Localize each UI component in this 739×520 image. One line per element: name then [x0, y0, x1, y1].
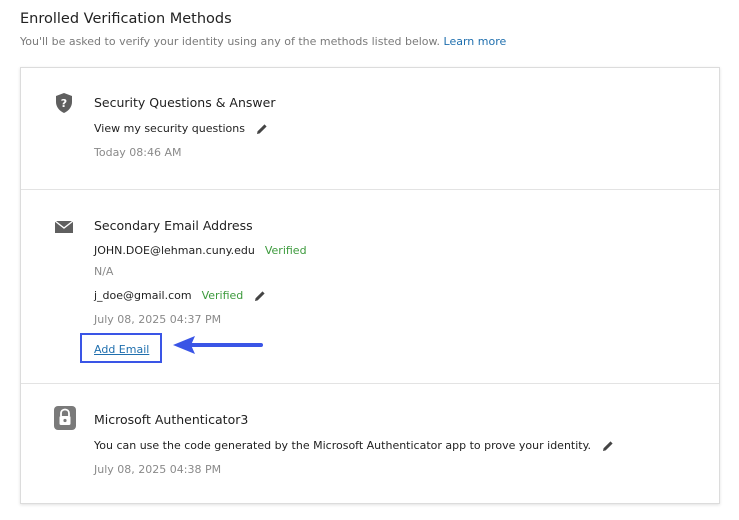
- edit-pencil-icon[interactable]: [256, 123, 268, 135]
- primary-email-verified-badge: Verified: [264, 244, 307, 257]
- secondary-email-value: j_doe@gmail.com: [94, 289, 192, 302]
- learn-more-link[interactable]: Learn more: [444, 35, 507, 48]
- edit-pencil-icon[interactable]: [254, 290, 266, 302]
- shield-question-icon: ?: [56, 93, 72, 113]
- authenticator-description: You can use the code generated by the Mi…: [94, 439, 592, 452]
- secondary-email-verified-badge: Verified: [201, 289, 244, 302]
- authenticator-description-row: You can use the code generated by the Mi…: [94, 439, 614, 452]
- page-subtitle: You'll be asked to verify your identity …: [20, 35, 506, 48]
- na-text: N/A: [94, 265, 114, 278]
- authenticator-timestamp: July 08, 2025 04:38 PM: [94, 463, 222, 476]
- page: Enrolled Verification Methods You'll be …: [0, 0, 739, 520]
- verification-methods-card: ? Security Questions & Answer View my se…: [20, 67, 720, 504]
- secondary-email-row: j_doe@gmail.com Verified: [94, 289, 266, 302]
- add-email-link[interactable]: Add Email: [94, 343, 149, 356]
- secondary-email-timestamp: July 08, 2025 04:37 PM: [94, 313, 222, 326]
- svg-text:?: ?: [61, 97, 67, 110]
- security-questions-timestamp: Today 08:46 AM: [94, 146, 182, 159]
- authenticator-lock-icon: [54, 406, 76, 430]
- security-questions-section: ? Security Questions & Answer View my se…: [21, 68, 719, 189]
- authenticator-section: Microsoft Authenticator3 You can use the…: [21, 383, 719, 504]
- page-title: Enrolled Verification Methods: [20, 11, 232, 27]
- primary-email-value: JOHN.DOE@lehman.cuny.edu: [94, 244, 255, 257]
- view-security-questions-link[interactable]: View my security questions: [94, 122, 245, 135]
- edit-pencil-icon[interactable]: [602, 440, 614, 452]
- primary-email-row: JOHN.DOE@lehman.cuny.edu Verified: [94, 244, 307, 257]
- view-security-questions-row: View my security questions: [94, 122, 268, 135]
- secondary-email-heading: Secondary Email Address: [94, 218, 253, 233]
- subtitle-text: You'll be asked to verify your identity …: [20, 35, 441, 48]
- security-questions-heading: Security Questions & Answer: [94, 95, 276, 110]
- authenticator-heading: Microsoft Authenticator3: [94, 412, 249, 427]
- secondary-email-section: Secondary Email Address JOHN.DOE@lehman.…: [21, 189, 719, 384]
- pointer-arrow-icon: [173, 336, 263, 354]
- envelope-icon: [54, 220, 74, 233]
